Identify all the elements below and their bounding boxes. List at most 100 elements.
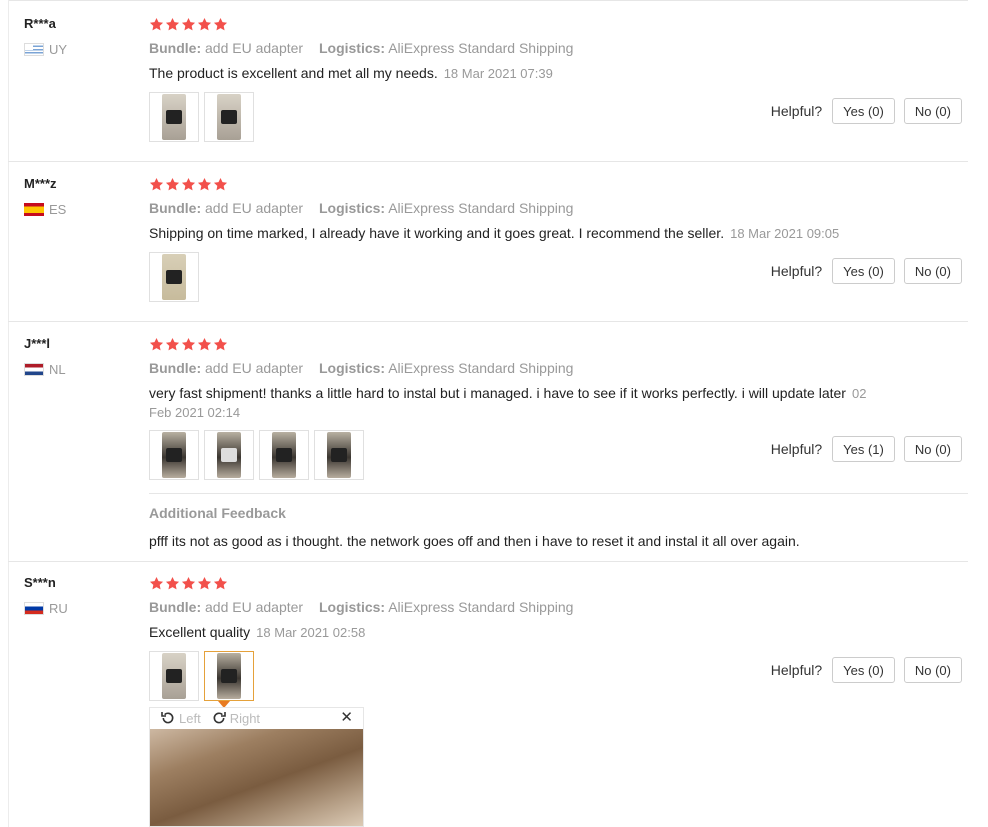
review-body: The product is excellent and met all my … [149,65,438,81]
photo-thumbnail[interactable] [149,651,199,701]
user-name: J***l [24,336,51,351]
review-body: Excellent quality [149,624,251,640]
star-icon [181,17,196,31]
netherlands-flag-icon [24,363,44,376]
photo-thumbnail[interactable] [149,92,199,142]
rotate-left-button[interactable]: Left [160,710,201,726]
star-rating [149,337,228,352]
bundle-label: Bundle: [149,599,202,615]
user-country: RU [24,601,68,616]
helpful-yes-button[interactable]: Yes (1) [832,436,895,462]
helpful-no-button[interactable]: No (0) [903,657,962,683]
viewer-toolbar: Left Right ✕ [150,708,363,728]
russia-flag-icon [24,602,44,615]
logistics-value: AliExpress Standard Shipping [388,40,574,56]
star-icon [213,17,228,31]
star-icon [197,177,212,191]
photo-thumbnail[interactable] [204,92,254,142]
logistics-label: Logistics: [318,360,386,376]
review-photos [149,92,254,142]
country-code: ES [49,202,67,217]
left-border [8,0,9,827]
photo-thumbnail[interactable] [314,430,364,480]
helpful-no-button[interactable]: No (0) [903,258,962,284]
star-icon [149,337,164,351]
photo-thumbnail[interactable] [149,252,199,302]
review-photos [149,430,364,480]
additional-feedback-text: pfff its not as good as i thought. the n… [149,533,800,549]
review-meta: Bundle: add EU adapter Logistics: AliExp… [149,599,573,615]
star-icon [149,17,164,31]
user-name: M***z [24,176,57,191]
top-divider [8,0,968,1]
photo-viewer: Left Right ✕ [149,707,364,827]
helpful-yes-button[interactable]: Yes (0) [832,258,895,284]
bundle-value: add EU adapter [205,360,304,376]
star-icon [165,337,180,351]
star-icon [197,576,212,590]
logistics-value: AliExpress Standard Shipping [388,360,574,376]
star-icon [181,337,196,351]
star-rating [149,177,228,192]
review-time: 18 Mar 2021 07:39 [443,66,553,81]
helpful-yes-button[interactable]: Yes (0) [832,98,895,124]
logistics-value: AliExpress Standard Shipping [388,200,574,216]
rotate-left-icon [161,712,174,724]
bundle-value: add EU adapter [205,200,304,216]
review-time-continued: Feb 2021 02:14 [149,405,241,420]
helpful-controls: Helpful? Yes (0) No (0) [771,258,962,284]
star-icon [181,576,196,590]
helpful-yes-button[interactable]: Yes (0) [832,657,895,683]
bundle-value: add EU adapter [205,40,304,56]
star-icon [197,337,212,351]
star-icon [165,17,180,31]
bundle-value: add EU adapter [205,599,304,615]
star-icon [213,177,228,191]
photo-thumbnail[interactable] [149,430,199,480]
review-photos [149,651,254,701]
review-divider [8,321,968,322]
rotate-left-label: Left [179,710,201,726]
review-text: The product is excellent and met all my … [149,64,553,83]
review-time: 18 Mar 2021 09:05 [730,226,840,241]
helpful-no-button[interactable]: No (0) [903,436,962,462]
review-divider [8,561,968,562]
logistics-label: Logistics: [318,200,386,216]
helpful-controls: Helpful? Yes (0) No (0) [771,657,962,683]
star-icon [149,177,164,191]
photo-thumbnail-selected[interactable] [204,651,254,701]
logistics-label: Logistics: [318,599,386,615]
star-rating [149,576,228,591]
helpful-no-button[interactable]: No (0) [903,98,962,124]
review-text: very fast shipment! thanks a little hard… [149,384,869,422]
user-name: R***a [24,16,56,31]
review-text: Excellent quality 18 Mar 2021 02:58 [149,623,365,642]
rotate-right-icon [213,712,226,724]
star-icon [197,17,212,31]
additional-divider [149,493,968,494]
rotate-right-button[interactable]: Right [211,710,260,726]
user-name: S***n [24,575,56,590]
photo-thumbnail[interactable] [259,430,309,480]
review-time: 18 Mar 2021 02:58 [256,625,366,640]
review-body: Shipping on time marked, I already have … [149,225,725,241]
close-icon[interactable]: ✕ [340,708,353,728]
review-divider [8,161,968,162]
photo-thumbnail[interactable] [204,430,254,480]
review-photos [149,252,199,302]
rotate-right-label: Right [229,710,261,726]
review-meta: Bundle: add EU adapter Logistics: AliExp… [149,200,573,216]
enlarged-photo [150,729,363,826]
country-code: RU [49,601,68,616]
review-text: Shipping on time marked, I already have … [149,224,839,243]
review-time: 02 [851,386,867,401]
star-icon [165,576,180,590]
helpful-label: Helpful? [770,103,823,119]
helpful-controls: Helpful? Yes (0) No (0) [771,98,962,124]
star-icon [213,337,228,351]
star-icon [213,576,228,590]
spain-flag-icon [24,203,44,216]
helpful-label: Helpful? [770,263,823,279]
helpful-label: Helpful? [770,662,823,678]
star-icon [181,177,196,191]
